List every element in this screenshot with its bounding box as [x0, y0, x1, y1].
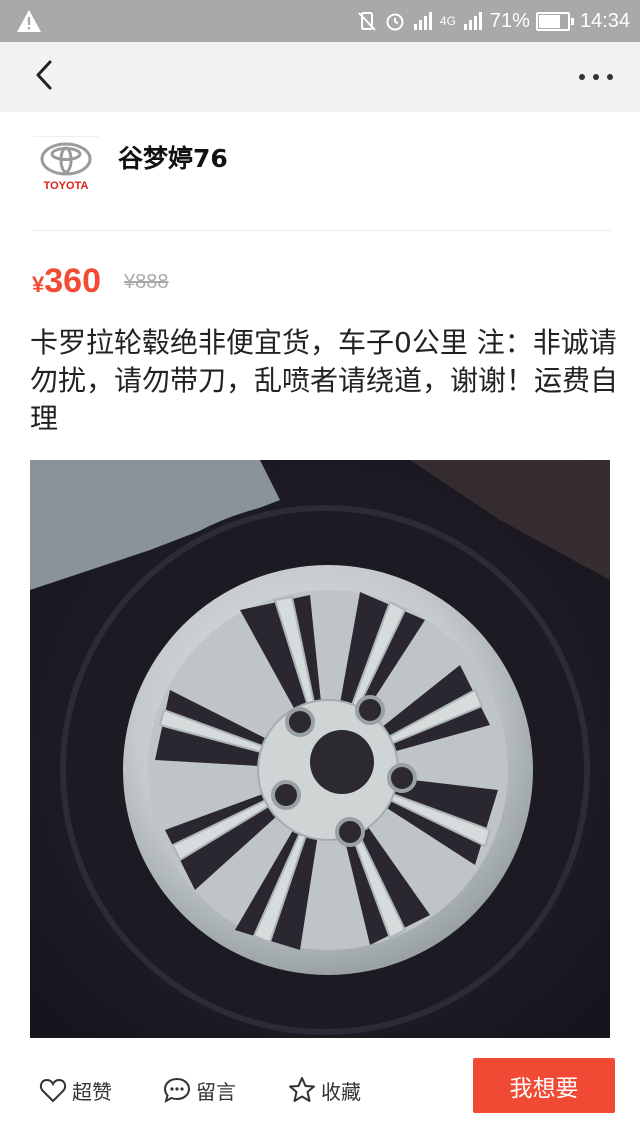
favorite-label: 收藏: [321, 1079, 361, 1104]
heart-icon: [39, 1078, 67, 1103]
item-description: 卡罗拉轮毂绝非便宜货，车子0公里 注：非诚请勿扰，请勿带刀，乱喷者请绕道，谢谢！…: [30, 326, 619, 435]
divider: [32, 230, 612, 231]
bottom-action-bar: 超赞 留言 收藏 我想要: [0, 1048, 640, 1137]
like-label: 超赞: [72, 1079, 112, 1104]
original-price: ¥888: [124, 271, 169, 293]
network-type: 4G: [439, 14, 456, 28]
back-arrow-icon[interactable]: [28, 56, 68, 96]
vibrate-off-icon: [358, 12, 376, 31]
want-button[interactable]: 我想要: [473, 1058, 615, 1113]
signal-icon: [413, 12, 432, 30]
seller-header: TOYOTA 谷梦婷76: [0, 112, 640, 232]
comment-bubble-icon: [163, 1077, 191, 1104]
seller-name[interactable]: 谷梦婷76: [118, 139, 228, 175]
avatar-brand-text: TOYOTA: [43, 180, 89, 192]
price-value: 360: [44, 262, 101, 300]
signal-icon-2: [463, 12, 482, 30]
alarm-icon: [386, 13, 404, 31]
clock: 14:34: [579, 9, 630, 32]
favorite-button[interactable]: 收藏: [287, 1072, 361, 1108]
wheel-image: [30, 460, 610, 1038]
item-photo[interactable]: [30, 460, 610, 1038]
battery-icon: [535, 11, 574, 31]
more-options-icon[interactable]: [574, 62, 618, 92]
battery-percent: 71%: [489, 9, 530, 32]
status-bar: 4G 71% 14:34: [0, 0, 640, 42]
star-icon: [289, 1077, 315, 1102]
warning-icon: [17, 10, 41, 32]
like-button[interactable]: 超赞: [38, 1072, 112, 1108]
nav-bar: [0, 42, 640, 112]
comment-label: 留言: [196, 1079, 236, 1104]
price-currency: ¥: [32, 272, 45, 297]
toyota-logo-icon: [40, 142, 92, 176]
comment-button[interactable]: 留言: [162, 1072, 236, 1108]
seller-avatar[interactable]: TOYOTA: [33, 136, 99, 203]
price: ¥360: [32, 262, 101, 301]
